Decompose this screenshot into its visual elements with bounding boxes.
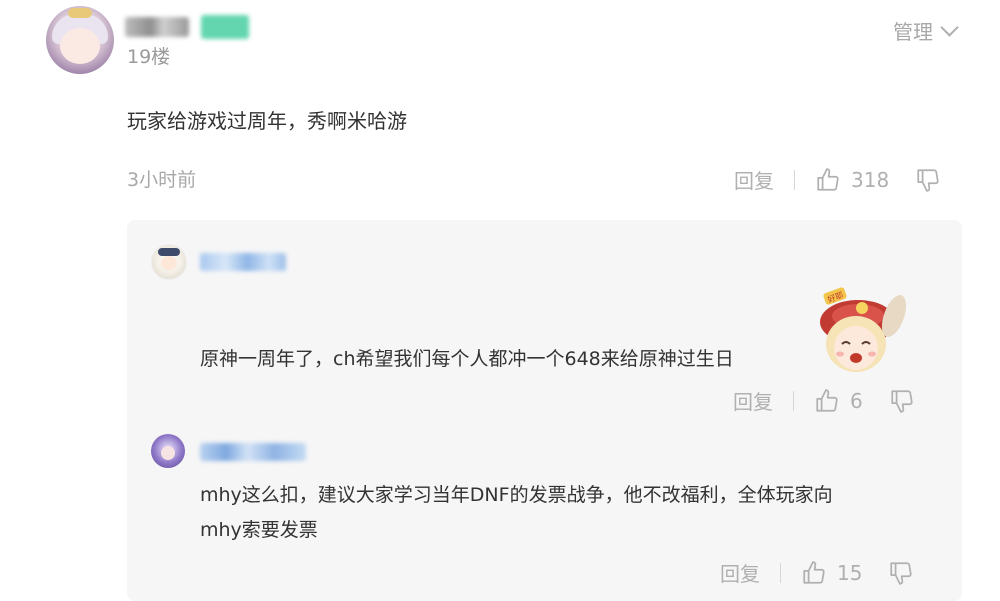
floor-number: 19楼 — [127, 46, 171, 68]
reply-button[interactable]: 回复 — [733, 386, 773, 415]
reply-text: 原神一周年了，ch希望我们每个人都冲一个648来给原神过生日 — [200, 348, 734, 370]
thumbs-down-icon[interactable] — [915, 167, 941, 193]
reply-text-line: mhy索要发票 — [200, 519, 318, 541]
thumbs-up-icon[interactable] — [815, 167, 841, 193]
manage-label: 管理 — [893, 20, 933, 44]
reply-avatar[interactable] — [151, 244, 187, 280]
comment-text: 玩家给游戏过周年，秀啊米哈游 — [127, 109, 407, 133]
thumbs-up-icon[interactable] — [801, 560, 827, 586]
reply-username-blurred[interactable] — [200, 443, 306, 461]
thumbs-up-icon[interactable] — [814, 388, 840, 414]
avatar-crown — [158, 248, 180, 256]
like-count: 318 — [851, 167, 890, 192]
thumbs-down-icon[interactable] — [889, 388, 915, 414]
like-count: 6 — [850, 388, 863, 413]
avatar-face — [60, 28, 100, 64]
avatar-crown — [68, 8, 92, 18]
reply-text: mhy这么扣，建议大家学习当年DNF的发票战争，他不改福利，全体玩家向 mhy索… — [200, 478, 833, 548]
divider — [794, 169, 795, 190]
reply-username-blurred[interactable] — [200, 253, 286, 271]
chevron-down-icon — [940, 18, 959, 37]
reply-actions: 回复 15 — [720, 558, 914, 587]
comment-time: 3小时前 — [127, 169, 197, 191]
avatar-face — [161, 446, 175, 460]
like-count: 15 — [837, 560, 863, 585]
reply-button[interactable]: 回复 — [734, 165, 774, 194]
user-avatar[interactable] — [46, 6, 114, 74]
divider — [793, 390, 794, 411]
thumbs-down-icon[interactable] — [888, 560, 914, 586]
manage-menu[interactable]: 管理 — [893, 16, 959, 45]
username-blurred[interactable] — [125, 17, 189, 37]
divider — [780, 562, 781, 583]
reply-actions: 回复 6 — [733, 386, 915, 415]
reply-button[interactable]: 回复 — [720, 558, 760, 587]
reply-avatar[interactable] — [151, 434, 185, 468]
comment-actions: 回复 318 — [734, 165, 941, 194]
avatar-face — [161, 256, 177, 270]
user-badge-blurred — [201, 15, 249, 39]
klee-sticker: 好耶 — [806, 282, 907, 378]
reply-text-line: mhy这么扣，建议大家学习当年DNF的发票战争，他不改福利，全体玩家向 — [200, 484, 833, 506]
